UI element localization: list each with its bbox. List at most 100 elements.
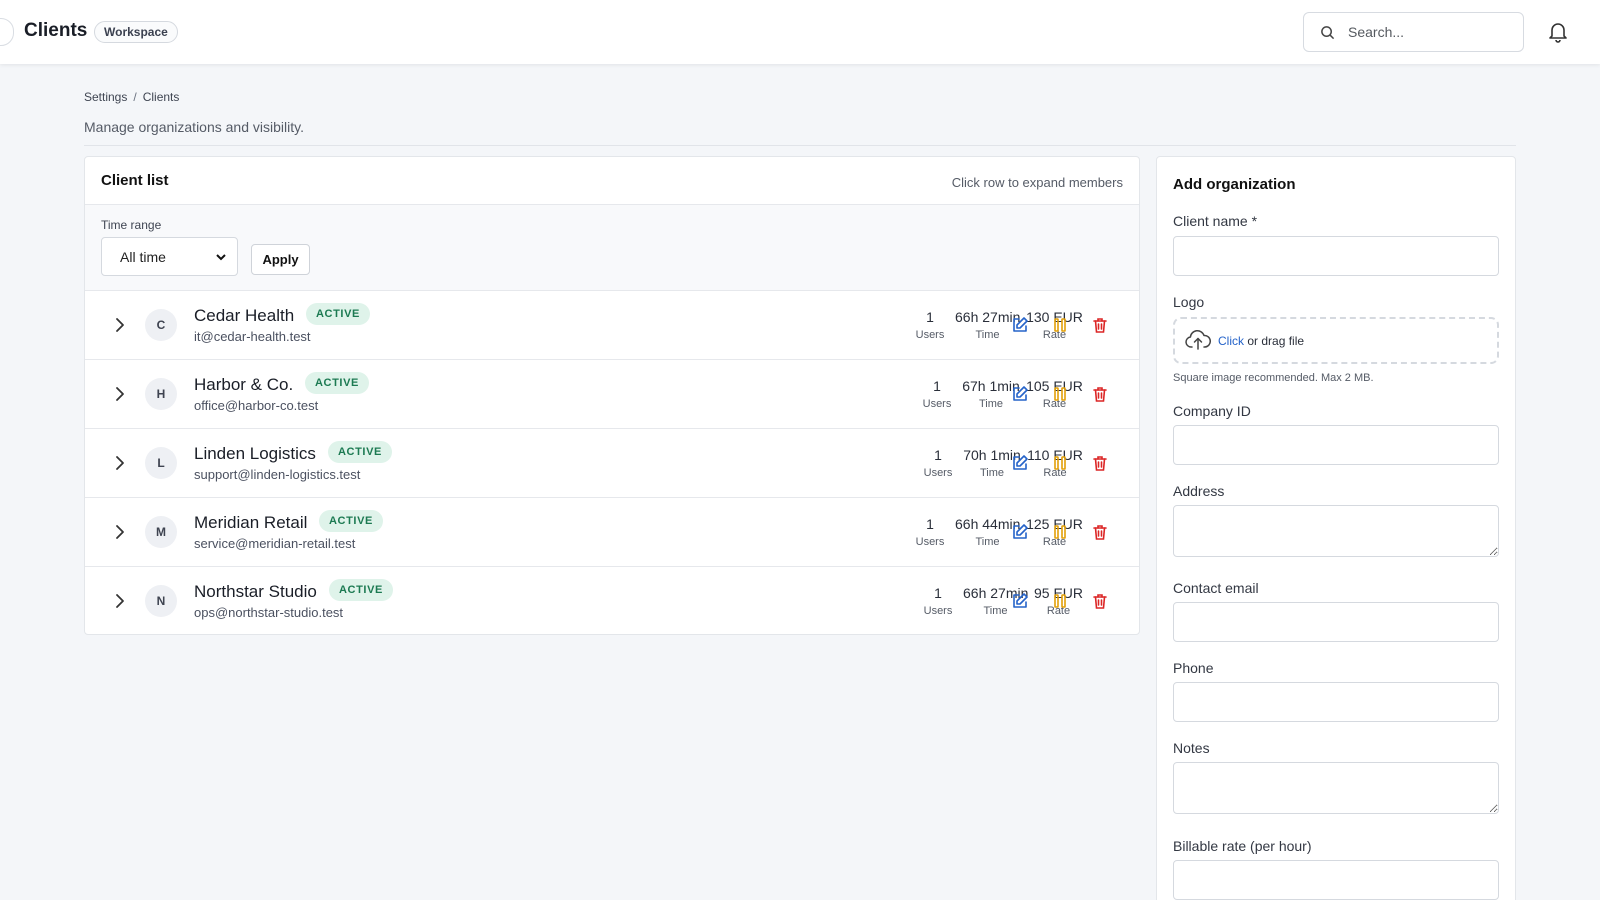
pause-icon[interactable]: [1051, 385, 1069, 403]
client-row[interactable]: H Harbor & Co. ACTIVE office@harbor-co.test…: [85, 360, 1139, 429]
client-avatar: N: [145, 585, 177, 617]
status-badge: ACTIVE: [306, 303, 370, 325]
edit-icon[interactable]: [1011, 523, 1029, 541]
breadcrumb: Settings / Clients: [84, 90, 179, 104]
client-list-title: Client list: [101, 172, 169, 189]
add-organization-title: Add organization: [1173, 176, 1296, 193]
users-value: 1: [934, 585, 942, 601]
search-input[interactable]: [1348, 22, 1513, 42]
edit-icon[interactable]: [1011, 592, 1029, 610]
logo-click-link[interactable]: Click: [1218, 334, 1244, 348]
chevron-right-icon[interactable]: [113, 593, 127, 609]
time-range-value: All time: [120, 249, 166, 265]
client-name-label: Client name *: [1173, 213, 1258, 229]
client-avatar: L: [145, 447, 177, 479]
client-email: ops@northstar-studio.test: [194, 605, 344, 620]
users-value: 1: [934, 447, 942, 463]
client-email: service@meridian-retail.test: [194, 536, 356, 551]
contact-email-input[interactable]: [1173, 602, 1499, 642]
notes-textarea[interactable]: [1173, 762, 1499, 814]
status-badge: ACTIVE: [319, 510, 383, 532]
client-row[interactable]: M Meridian Retail ACTIVE service@meridian-r…: [85, 498, 1139, 567]
edit-icon[interactable]: [1011, 385, 1029, 403]
logo-dropzone[interactable]: Click or drag file: [1173, 317, 1499, 364]
logo-dropzone-text: Click or drag file: [1218, 334, 1304, 348]
cloud-upload-icon: [1185, 329, 1211, 350]
pause-icon[interactable]: [1051, 316, 1069, 334]
users-stat: 1 Users: [914, 308, 946, 343]
client-name: Cedar Health: [194, 306, 295, 325]
edit-icon[interactable]: [1011, 316, 1029, 334]
client-name: Linden Logistics: [194, 444, 316, 463]
client-name: Harbor & Co.: [194, 375, 294, 394]
client-row[interactable]: L Linden Logistics ACTIVE support@linden-lo…: [85, 429, 1139, 498]
chevron-right-icon[interactable]: [113, 317, 127, 333]
time-range-label: Time range: [101, 218, 162, 232]
users-value: 1: [933, 378, 941, 394]
workspace-badge: Workspace: [94, 21, 178, 43]
billable-rate-input[interactable]: [1173, 860, 1499, 900]
status-badge: ACTIVE: [328, 441, 392, 463]
chevron-right-icon[interactable]: [113, 524, 127, 540]
phone-label: Phone: [1173, 660, 1214, 676]
client-name: Northstar Studio: [194, 582, 317, 601]
breadcrumb-separator: /: [133, 90, 137, 104]
trash-icon[interactable]: [1091, 385, 1109, 403]
trash-icon[interactable]: [1091, 454, 1109, 472]
search-icon: [1321, 26, 1335, 40]
logo-drag-text: or drag file: [1247, 334, 1305, 348]
users-value: 1: [926, 516, 934, 532]
client-avatar: M: [145, 516, 177, 548]
company-id-input[interactable]: [1173, 425, 1499, 465]
breadcrumb-clients: Clients: [142, 90, 180, 104]
trash-icon[interactable]: [1091, 316, 1109, 334]
add-organization-panel: Add organization Client name * Logo Clic…: [1156, 156, 1516, 900]
filter-bar: Time range All time Apply: [85, 205, 1139, 291]
bell-icon[interactable]: [1548, 21, 1568, 43]
top-bar: Clients Workspace: [0, 0, 1600, 64]
client-avatar: C: [145, 309, 177, 341]
trash-icon[interactable]: [1091, 592, 1109, 610]
phone-input[interactable]: [1173, 682, 1499, 722]
search-box[interactable]: [1303, 12, 1524, 52]
chevron-down-icon: [216, 254, 226, 261]
header-divider: [84, 145, 1516, 146]
page-subtitle: Manage organizations and visibility.: [84, 119, 304, 135]
users-stat: 1 Users: [922, 446, 954, 481]
page-title: Clients: [24, 20, 88, 41]
sidebar-toggle-tab[interactable]: [0, 18, 14, 46]
breadcrumb-settings[interactable]: Settings: [84, 90, 127, 104]
status-badge: ACTIVE: [329, 579, 393, 601]
trash-icon[interactable]: [1091, 523, 1109, 541]
client-row[interactable]: N Northstar Studio ACTIVE ops@northstar-stu…: [85, 567, 1139, 636]
users-label: Users: [923, 605, 953, 617]
status-badge: ACTIVE: [305, 372, 369, 394]
pause-icon[interactable]: [1051, 523, 1069, 541]
logo-label: Logo: [1173, 294, 1205, 310]
billable-rate-label: Billable rate (per hour): [1173, 838, 1312, 854]
chevron-right-icon[interactable]: [113, 455, 127, 471]
users-label: Users: [923, 467, 953, 479]
apply-button[interactable]: Apply: [251, 244, 310, 275]
users-stat: 1 Users: [914, 515, 946, 550]
users-label: Users: [915, 329, 945, 341]
time-range-select[interactable]: All time: [101, 237, 238, 276]
chevron-right-icon[interactable]: [113, 386, 127, 402]
pause-icon[interactable]: [1051, 454, 1069, 472]
client-email: it@cedar-health.test: [194, 329, 311, 344]
users-stat: 1 Users: [921, 377, 953, 412]
logo-help-text: Square image recommended. Max 2 MB.: [1173, 372, 1374, 384]
users-label: Users: [922, 398, 952, 410]
client-list-header: Client list Click row to expand members: [85, 157, 1139, 205]
client-name-input[interactable]: [1173, 236, 1499, 276]
users-value: 1: [926, 309, 934, 325]
address-textarea[interactable]: [1173, 505, 1499, 557]
client-list-card: Client list Click row to expand members …: [84, 156, 1140, 635]
client-avatar: H: [145, 378, 177, 410]
edit-icon[interactable]: [1011, 454, 1029, 472]
client-email: support@linden-logistics.test: [194, 467, 361, 482]
client-row[interactable]: C Cedar Health ACTIVE it@cedar-health.test 1…: [85, 291, 1139, 360]
users-label: Users: [915, 536, 945, 548]
pause-icon[interactable]: [1051, 592, 1069, 610]
company-id-label: Company ID: [1173, 403, 1251, 419]
